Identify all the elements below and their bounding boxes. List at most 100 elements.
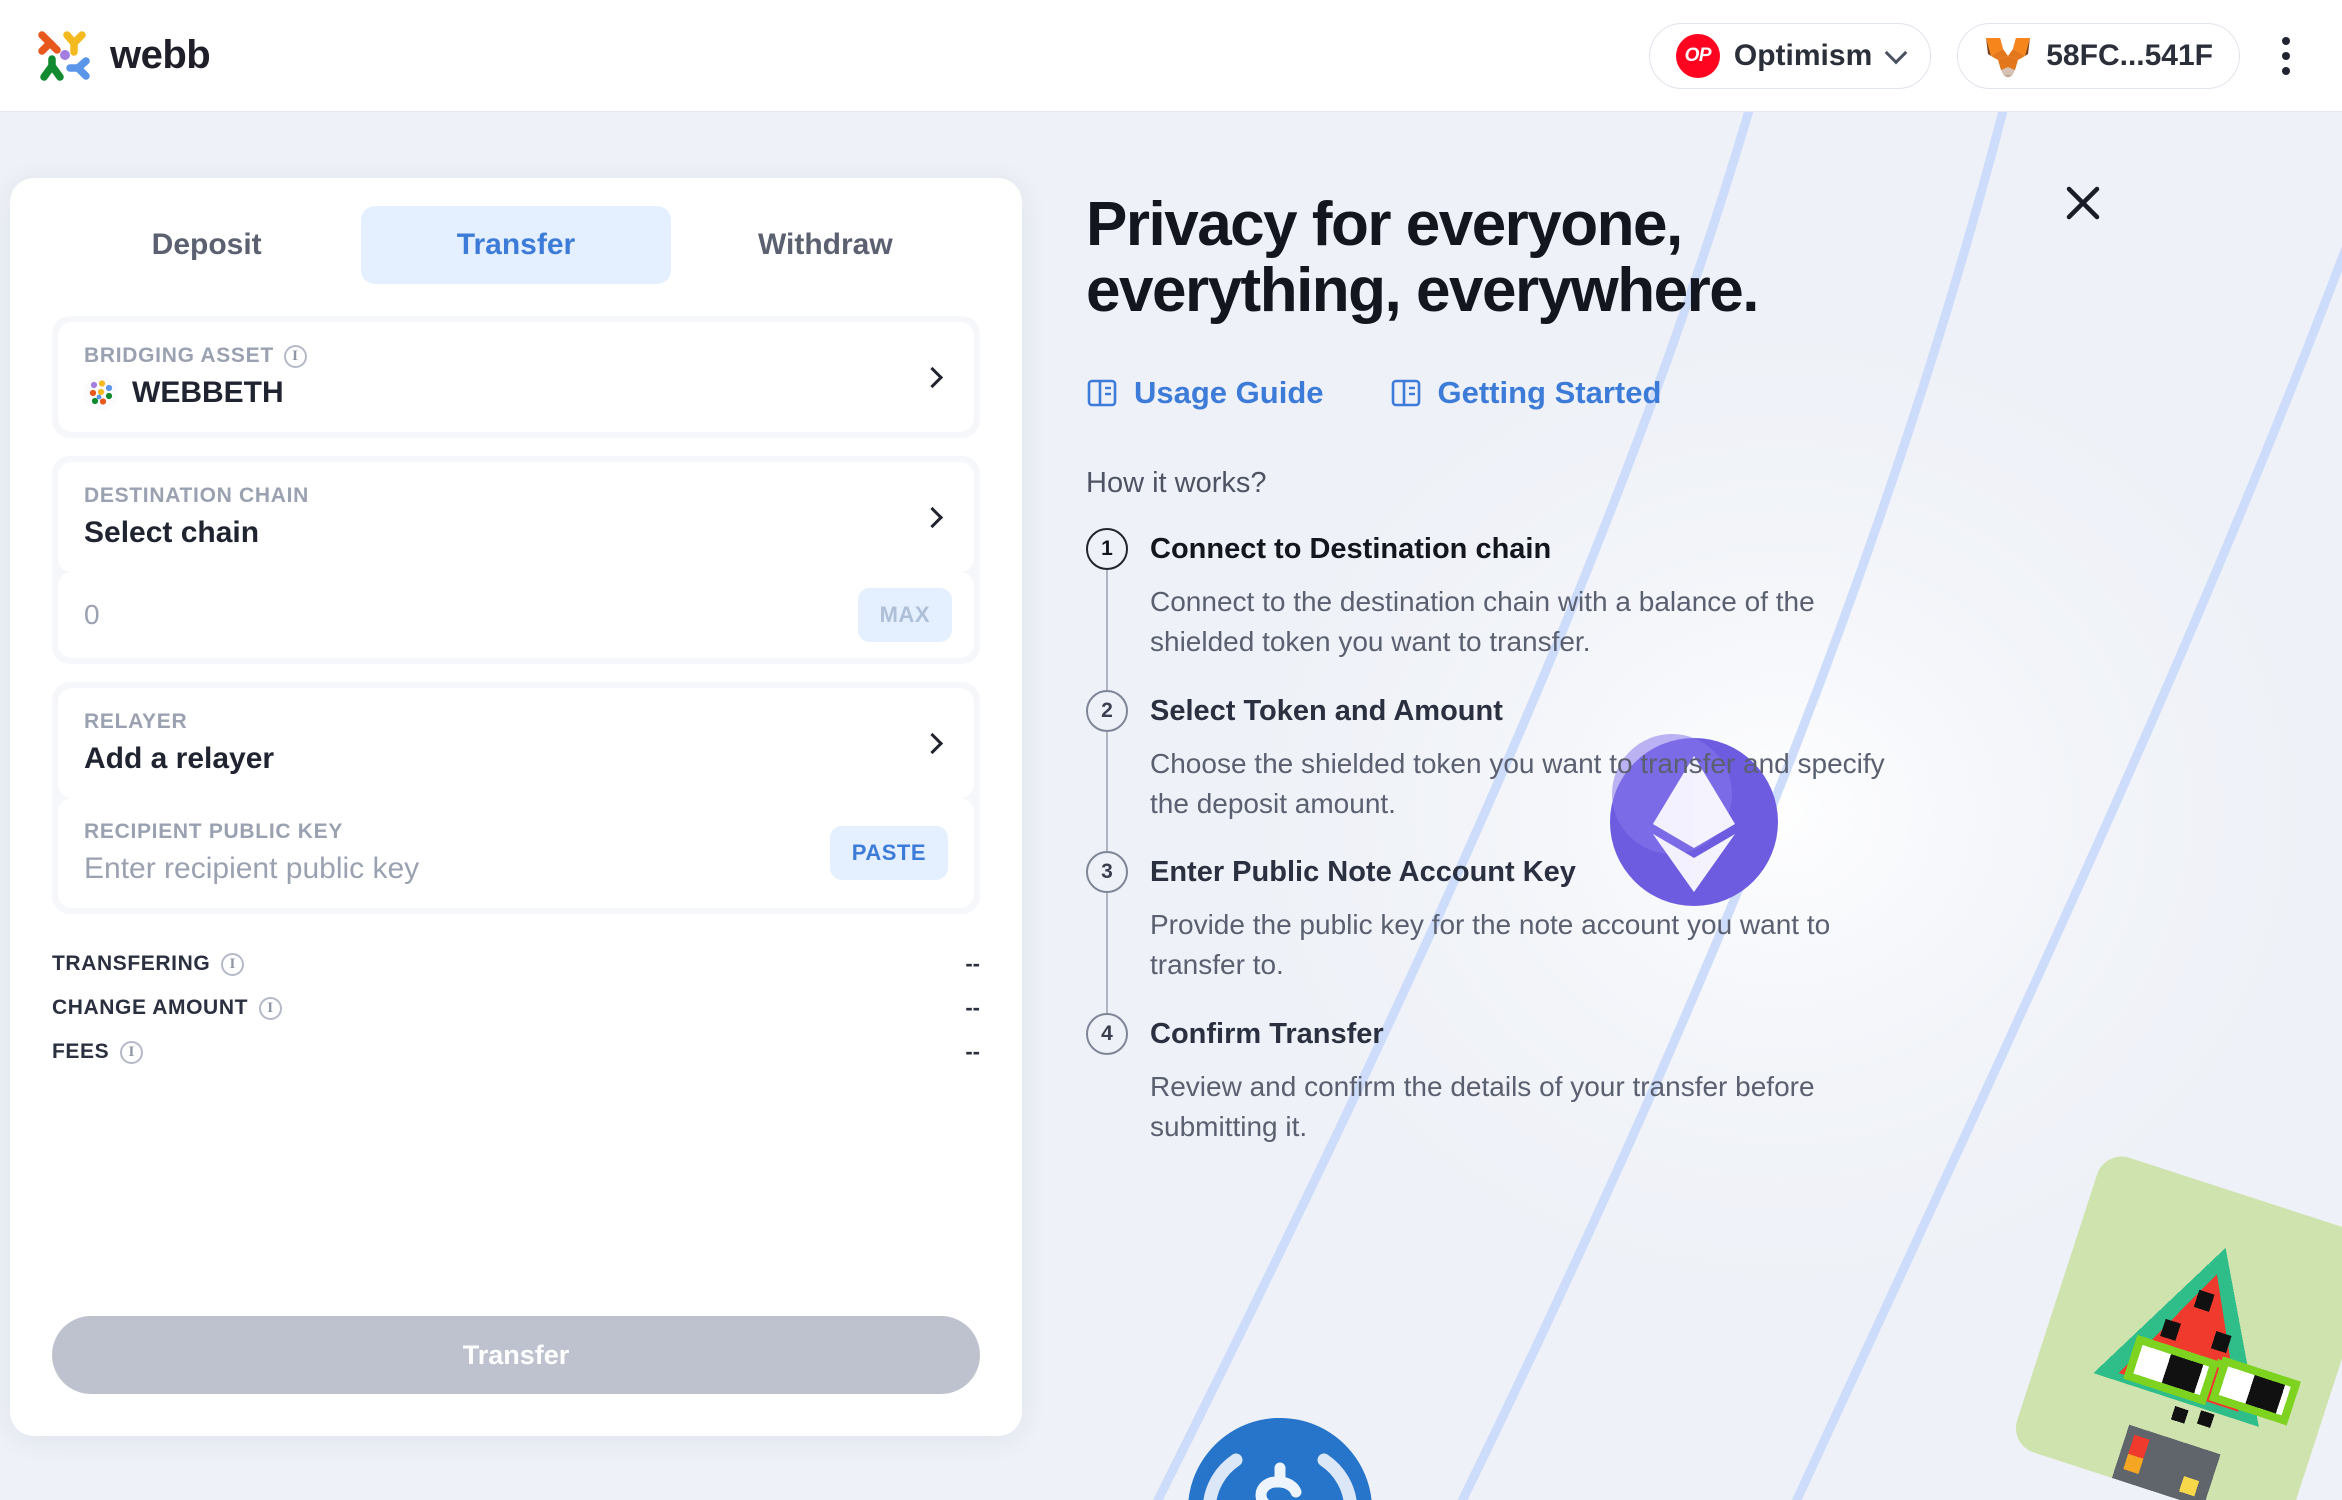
info-icon[interactable]: i bbox=[120, 1040, 144, 1064]
getting-started-link[interactable]: Getting Started bbox=[1390, 375, 1662, 411]
step-description: Provide the public key for the note acco… bbox=[1150, 909, 1831, 981]
page-title: Privacy for everyone, everything, everyw… bbox=[1086, 192, 1986, 323]
bridging-asset-group: BRIDGING ASSET i bbox=[52, 316, 980, 438]
wallet-button[interactable]: 58FC...541F bbox=[1957, 22, 2240, 89]
wallet-address: 58FC...541F bbox=[2046, 38, 2213, 72]
top-bar-actions: OP Optimism 58FC...541F bbox=[1648, 22, 2306, 89]
max-button[interactable]: MAX bbox=[857, 588, 952, 642]
bridging-asset-selector[interactable]: BRIDGING ASSET i bbox=[58, 322, 974, 432]
close-icon[interactable] bbox=[2060, 180, 2106, 226]
amount-row: MAX bbox=[58, 572, 974, 658]
tab-withdraw[interactable]: Withdraw bbox=[671, 206, 980, 284]
optimism-badge-icon: OP bbox=[1675, 33, 1720, 78]
info-panel-content: Privacy for everyone, everything, everyw… bbox=[1022, 112, 2342, 1174]
relayer-label: RELAYER bbox=[84, 710, 188, 733]
summary-value: -- bbox=[965, 951, 980, 976]
tab-transfer[interactable]: Transfer bbox=[361, 206, 671, 284]
amount-input[interactable] bbox=[84, 599, 858, 631]
network-label: Optimism bbox=[1733, 38, 1873, 72]
paste-button[interactable]: PASTE bbox=[829, 826, 948, 880]
kebab-dot bbox=[2282, 36, 2290, 45]
kebab-dot bbox=[2282, 51, 2290, 60]
step-connector bbox=[1106, 570, 1108, 690]
headline-line-2: everything, everywhere. bbox=[1086, 255, 1759, 325]
tab-bar: Deposit Transfer Withdraw bbox=[52, 206, 980, 284]
step-body: Select Token and Amount Choose the shiel… bbox=[1150, 690, 1910, 852]
summary-label: FEES i bbox=[52, 1040, 144, 1064]
usage-guide-link[interactable]: Usage Guide bbox=[1086, 375, 1324, 411]
summary-row-change-amount: CHANGE AMOUNT i -- bbox=[52, 986, 980, 1030]
relayer-selector[interactable]: RELAYER Add a relayer bbox=[58, 688, 974, 798]
info-icon[interactable]: i bbox=[283, 344, 307, 368]
info-icon[interactable]: i bbox=[259, 996, 283, 1020]
summary-label-text: FEES bbox=[52, 1040, 110, 1063]
step-body: Connect to Destination chain Connect to … bbox=[1150, 528, 1910, 690]
step-number: 1 bbox=[1086, 528, 1128, 571]
top-bar: webb OP Optimism 58FC...541F bbox=[0, 0, 2342, 112]
step-title: Enter Public Note Account Key bbox=[1150, 856, 1576, 889]
step-connector bbox=[1106, 893, 1108, 1013]
summary-label: CHANGE AMOUNT i bbox=[52, 996, 283, 1020]
doc-links: Usage Guide Getting Started bbox=[1086, 375, 2342, 411]
chevron-down-icon bbox=[1884, 41, 1908, 64]
book-icon bbox=[1391, 380, 1420, 407]
step-number: 3 bbox=[1086, 851, 1128, 894]
watermelon-nft-card bbox=[2009, 1150, 2342, 1500]
step-title: Confirm Transfer bbox=[1150, 1017, 1384, 1050]
step-description: Connect to the destination chain with a … bbox=[1150, 586, 1815, 658]
summary-label-text: CHANGE AMOUNT bbox=[52, 996, 249, 1019]
summary-label: TRANSFERING i bbox=[52, 952, 245, 976]
getting-started-label: Getting Started bbox=[1437, 375, 1662, 411]
webb-logo-icon bbox=[36, 27, 94, 85]
bridging-asset-value: WEBBETH bbox=[132, 376, 284, 409]
summary-row-fees: FEES i -- bbox=[52, 1030, 980, 1074]
summary-list: TRANSFERING i -- CHANGE AMOUNT i -- FEES… bbox=[52, 932, 980, 1074]
summary-value: -- bbox=[965, 1039, 980, 1064]
destination-amount-group: DESTINATION CHAIN Select chain MAX bbox=[52, 456, 980, 664]
bridging-asset-value-row: WEBBETH bbox=[84, 376, 925, 410]
webbeth-token-icon bbox=[84, 376, 118, 410]
chevron-right-icon bbox=[921, 366, 944, 388]
kebab-dot bbox=[2282, 66, 2290, 75]
relayer-value: Add a relayer bbox=[84, 742, 275, 775]
step-description: Choose the shielded token you want to tr… bbox=[1150, 747, 1885, 819]
step-body: Confirm Transfer Review and confirm the … bbox=[1150, 1013, 1910, 1175]
usage-guide-label: Usage Guide bbox=[1134, 375, 1324, 411]
step-number: 4 bbox=[1086, 1012, 1128, 1055]
kebab-menu-icon[interactable] bbox=[2266, 28, 2306, 84]
step-rail: 3 bbox=[1086, 851, 1128, 1013]
recipient-public-key-input[interactable] bbox=[84, 852, 830, 886]
destination-chain-label: DESTINATION CHAIN bbox=[84, 484, 310, 507]
step-rail: 2 bbox=[1086, 689, 1128, 852]
book-icon bbox=[1087, 380, 1117, 407]
step-item: 4 Confirm Transfer Review and confirm th… bbox=[1086, 1012, 2342, 1175]
step-title: Select Token and Amount bbox=[1150, 694, 1503, 727]
step-body: Enter Public Note Account Key Provide th… bbox=[1150, 851, 1910, 1013]
step-item: 2 Select Token and Amount Choose the shi… bbox=[1086, 689, 2342, 852]
tab-deposit[interactable]: Deposit bbox=[52, 206, 361, 284]
recipient-public-key-label: RECIPIENT PUBLIC KEY bbox=[84, 820, 344, 843]
summary-label-text: TRANSFERING bbox=[52, 952, 211, 975]
how-it-works-title: How it works? bbox=[1086, 467, 1267, 500]
chevron-right-icon bbox=[921, 732, 944, 754]
bridging-asset-label-text: BRIDGING ASSET bbox=[84, 344, 274, 367]
summary-value: -- bbox=[965, 995, 980, 1020]
brand[interactable]: webb bbox=[36, 27, 211, 85]
step-rail: 4 bbox=[1086, 1012, 1128, 1175]
destination-chain-value: Select chain bbox=[84, 516, 260, 549]
steps-list: 1 Connect to Destination chain Connect t… bbox=[1086, 528, 2342, 1174]
step-description: Review and confirm the details of your t… bbox=[1150, 1070, 1815, 1142]
step-number: 2 bbox=[1086, 689, 1128, 732]
info-panel: Privacy for everyone, everything, everyw… bbox=[1022, 112, 2342, 1500]
recipient-public-key-row: RECIPIENT PUBLIC KEY PASTE bbox=[58, 798, 974, 908]
transfer-button[interactable]: Transfer bbox=[52, 1316, 980, 1394]
destination-chain-selector[interactable]: DESTINATION CHAIN Select chain bbox=[58, 462, 974, 572]
info-icon[interactable]: i bbox=[221, 952, 245, 976]
headline-line-1: Privacy for everyone, bbox=[1086, 190, 1683, 259]
step-rail: 1 bbox=[1086, 528, 1128, 690]
bridging-asset-label: BRIDGING ASSET i bbox=[84, 344, 925, 368]
chevron-right-icon bbox=[921, 506, 944, 528]
network-selector[interactable]: OP Optimism bbox=[1648, 22, 1932, 89]
step-connector bbox=[1106, 731, 1108, 852]
relayer-recipient-group: RELAYER Add a relayer RECIPIENT PUBLIC K… bbox=[52, 682, 980, 914]
